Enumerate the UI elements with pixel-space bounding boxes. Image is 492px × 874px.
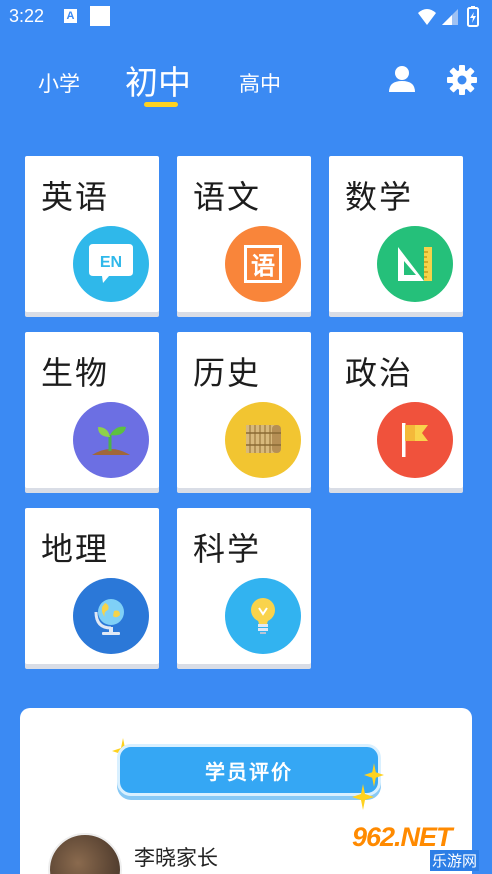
- reviewer-avatar: [48, 833, 122, 874]
- en-speech-bubble-icon: EN: [73, 226, 149, 302]
- status-icons: [418, 6, 479, 27]
- watermark-logo: 962.NET: [352, 822, 453, 852]
- watermark: 962.NET 乐游网: [352, 822, 486, 871]
- user-icon[interactable]: [387, 64, 417, 94]
- svg-text:EN: EN: [100, 254, 122, 271]
- subject-card-history[interactable]: 历史: [177, 332, 311, 488]
- subject-card-politics[interactable]: 政治: [329, 332, 463, 488]
- active-tab-indicator: [144, 102, 178, 107]
- watermark-site-name: 乐游网: [430, 850, 480, 871]
- subject-label: 英语: [41, 178, 110, 216]
- subject-card-biology[interactable]: 生物: [25, 332, 159, 488]
- signal-icon: [442, 9, 458, 25]
- subject-label: 地理: [41, 530, 110, 568]
- globe-icon: [73, 578, 149, 654]
- tab-senior-high[interactable]: 高中: [239, 68, 281, 98]
- notification-square-icon: [90, 6, 110, 26]
- sparkle-icon: [352, 784, 374, 810]
- subject-label: 语文: [193, 178, 262, 216]
- status-bar: 3:22 A: [0, 0, 492, 34]
- bamboo-scroll-icon: [225, 402, 301, 478]
- subject-card-science[interactable]: 科学: [177, 508, 311, 664]
- subject-card-geography[interactable]: 地理: [25, 508, 159, 664]
- student-reviews-button[interactable]: 学员评价: [117, 744, 381, 796]
- subject-label: 数学: [345, 178, 414, 216]
- tab-junior-high[interactable]: 初中: [125, 56, 191, 104]
- subject-card-math[interactable]: 数学: [329, 156, 463, 312]
- subject-label: 生物: [41, 354, 110, 392]
- subject-card-chinese[interactable]: 语文 语: [177, 156, 311, 312]
- lightbulb-icon: [225, 578, 301, 654]
- wifi-icon: [418, 9, 436, 25]
- gear-icon[interactable]: [446, 64, 478, 96]
- set-square-ruler-icon: [377, 226, 453, 302]
- subject-label: 科学: [193, 530, 262, 568]
- reviewer-name: 李晓家长: [134, 846, 218, 870]
- level-tabs: 小学 初中 高中: [0, 52, 492, 112]
- battery-icon: [467, 6, 479, 27]
- subject-label: 历史: [193, 354, 262, 392]
- svg-text:语: 语: [251, 251, 275, 280]
- sprout-icon: [73, 402, 149, 478]
- a-notification-icon: A: [64, 9, 77, 23]
- subject-card-english[interactable]: 英语 EN: [25, 156, 159, 312]
- tab-primary-school[interactable]: 小学: [38, 68, 80, 98]
- status-time: 3:22: [9, 6, 45, 26]
- subject-label: 政治: [345, 354, 414, 392]
- chinese-character-icon: 语: [225, 226, 301, 302]
- flag-icon: [377, 402, 453, 478]
